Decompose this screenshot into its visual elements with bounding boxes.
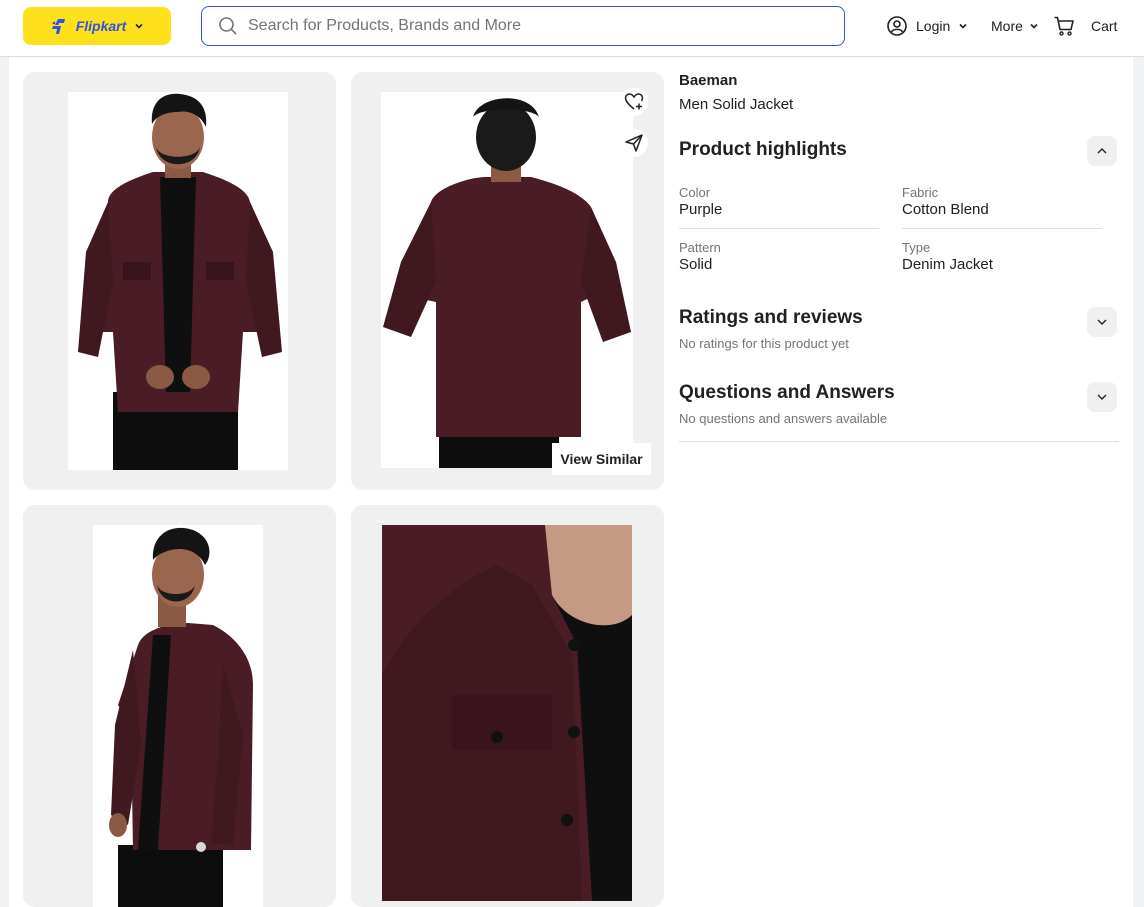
spec-pattern: Pattern Solid [679,240,879,273]
model-side-photo [93,525,263,907]
chevron-down-icon [959,23,967,29]
ratings-toggle[interactable] [1087,307,1117,337]
chevron-up-icon [1097,148,1107,154]
chevron-down-icon [1097,319,1107,325]
share-icon [625,134,643,152]
spec-color: Color Purple [679,185,879,218]
ratings-subtitle: No ratings for this product yet [679,336,849,351]
cart-icon [1054,16,1074,36]
cart-label: Cart [1091,18,1118,34]
page-scrollbar[interactable] [1133,57,1144,907]
flipkart-logo-button[interactable]: Flipkart [23,7,171,45]
spec-value: Solid [679,256,713,273]
view-similar-button[interactable]: View Similar [552,443,651,475]
spec-label: Fabric [902,185,939,200]
qna-title: Questions and Answers [679,382,895,403]
highlights-toggle[interactable] [1087,136,1117,166]
more-label: More [991,18,1023,34]
wishlist-button[interactable] [620,88,648,116]
product-title: Men Solid Jacket [679,96,794,113]
cart-link[interactable]: Cart [1053,14,1117,38]
login-menu[interactable]: Login [886,14,968,38]
product-image-closeup[interactable] [351,505,664,907]
spec-fabric: Fabric Cotton Blend [902,185,1102,218]
search-input[interactable] [248,17,828,35]
spec-value: Denim Jacket [902,256,993,273]
brand-name: Baeman [679,72,738,89]
jacket-closeup-photo [382,525,632,901]
top-header: Flipkart Login More [0,0,1144,57]
spec-divider [902,228,1102,229]
spec-label: Color [679,185,711,200]
logo-text: Flipkart [75,18,127,34]
chevron-down-icon [1030,23,1038,29]
flipkart-logo-icon [51,19,65,34]
model-back-photo [381,92,633,468]
ratings-title: Ratings and reviews [679,307,863,328]
login-label: Login [916,18,951,34]
section-divider [679,441,1119,442]
product-image-side[interactable] [23,505,336,907]
model-front-photo [68,92,288,470]
chevron-down-icon [1097,394,1107,400]
user-icon [887,16,907,36]
spec-label: Type [902,240,931,255]
highlights-title: Product highlights [679,139,847,160]
spec-value: Cotton Blend [902,201,989,218]
more-menu[interactable]: More [991,14,1039,38]
qna-toggle[interactable] [1087,382,1117,412]
spec-value: Purple [679,201,723,218]
search-bar[interactable] [201,6,845,46]
chevron-down-icon [135,23,143,29]
search-icon [219,17,237,35]
spec-divider [679,228,879,229]
qna-subtitle: No questions and answers available [679,411,888,426]
product-image-front[interactable] [23,72,336,490]
heart-icon [624,93,644,110]
spec-label: Pattern [679,240,721,255]
product-image-back[interactable]: View Similar [351,72,664,490]
share-button[interactable] [620,129,648,157]
spec-type: Type Denim Jacket [902,240,1102,273]
